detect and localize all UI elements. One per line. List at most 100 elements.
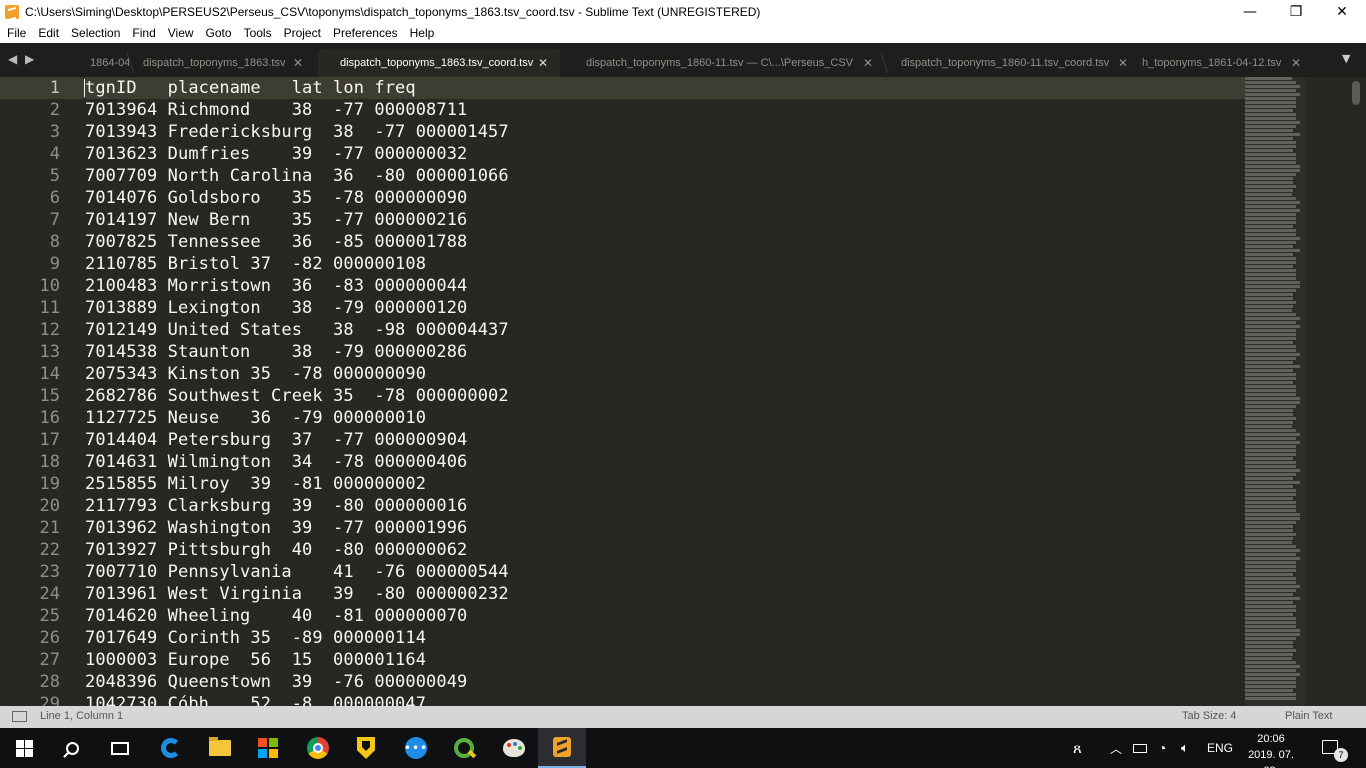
code-line[interactable]: 7007825 Tennessee 36 -85 000001788 <box>85 231 509 253</box>
volume-icon[interactable]: 🔈︎ <box>1181 728 1189 768</box>
tab-1864-04[interactable]: 1864-04 <box>84 49 129 77</box>
taskbar-paint[interactable] <box>490 728 538 768</box>
code-line[interactable]: 7014620 Wheeling 40 -81 000000070 <box>85 605 509 627</box>
menu-selection[interactable]: Selection <box>65 23 126 43</box>
code-line[interactable]: 7013964 Richmond 38 -77 000008711 <box>85 99 509 121</box>
tab-close-icon[interactable]: ✕ <box>1291 49 1301 77</box>
maximize-button[interactable]: ❐ <box>1273 0 1319 23</box>
code-line[interactable]: 2100483 Morristown 36 -83 000000044 <box>85 275 509 297</box>
minimap-line <box>1245 149 1293 152</box>
battery-icon[interactable] <box>1133 744 1147 753</box>
edge-icon <box>161 738 181 758</box>
syntax-indicator[interactable]: Plain Text <box>1285 710 1333 722</box>
code-line[interactable]: 7017649 Corinth 35 -89 000000114 <box>85 627 509 649</box>
minimap[interactable] <box>1245 77 1305 706</box>
tab-close-icon[interactable]: ✕ <box>863 49 873 77</box>
code-line[interactable]: 7007709 North Carolina 36 -80 000001066 <box>85 165 509 187</box>
minimap-line <box>1245 337 1296 340</box>
code-area[interactable]: tgnID placename lat lon freq 7013964 Rich… <box>85 77 509 706</box>
tab-label: dispatch_toponyms_1860-11.tsv_coord.tsv <box>901 57 1110 69</box>
menu-view[interactable]: View <box>162 23 200 43</box>
code-line[interactable]: 2682786 Southwest Creek 35 -78 000000002 <box>85 385 509 407</box>
code-line[interactable]: 7014197 New Bern 35 -77 000000216 <box>85 209 509 231</box>
code-line[interactable]: 7014404 Petersburg 37 -77 000000904 <box>85 429 509 451</box>
menu-tools[interactable]: Tools <box>238 23 278 43</box>
code-line[interactable]: 7013962 Washington 39 -77 000001996 <box>85 517 509 539</box>
tab-close-icon[interactable]: ✕ <box>293 49 303 77</box>
show-hidden-icons-chevron-icon[interactable]: ︿ <box>1110 728 1122 768</box>
code-line[interactable]: 1127725 Neuse 36 -79 000000010 <box>85 407 509 429</box>
code-line[interactable]: 2110785 Bristol 37 -82 000000108 <box>85 253 509 275</box>
code-line[interactable]: 7013943 Fredericksburg 38 -77 000001457 <box>85 121 509 143</box>
code-line[interactable]: 1000003 Europe 56 15 000001164 <box>85 649 509 671</box>
tab-navigation-arrows[interactable]: ◀ ▶ <box>8 52 36 66</box>
minimap-line <box>1245 481 1300 484</box>
minimap-line <box>1245 389 1296 392</box>
tab-dispatch-toponyms-1863[interactable]: dispatch_toponyms_1863.tsv ✕ <box>135 49 315 77</box>
sublime-text-icon <box>5 4 19 19</box>
minimap-line <box>1245 241 1296 244</box>
tab-close-icon[interactable]: ✕ <box>538 49 548 77</box>
windows-taskbar: ••• ጸ ︿ ◔ 🔈︎ ENG 20:06 2019. 07. 03. 7 <box>0 728 1366 768</box>
tab-overflow-icon[interactable]: ▼ <box>1342 52 1350 65</box>
panel-toggle-icon[interactable] <box>12 711 27 722</box>
tab-dispatch-toponyms-1860-11-coord[interactable]: dispatch_toponyms_1860-11.tsv_coord.tsv … <box>890 49 1132 77</box>
tab-toponyms-1861-04-12[interactable]: h_toponyms_1861-04-12.tsv ✕ <box>1136 49 1316 77</box>
code-line[interactable]: 2048396 Queenstown 39 -76 000000049 <box>85 671 509 693</box>
taskbar-sublime-text[interactable] <box>538 728 586 768</box>
code-line[interactable]: 2117793 Clarksburg 39 -80 000000016 <box>85 495 509 517</box>
system-clock[interactable]: 20:06 2019. 07. 03. <box>1240 731 1302 768</box>
minimap-line <box>1245 605 1296 608</box>
code-line[interactable]: 7014538 Staunton 38 -79 000000286 <box>85 341 509 363</box>
wifi-icon[interactable]: ◔ <box>1158 728 1166 768</box>
taskbar-chrome[interactable] <box>294 728 342 768</box>
tab-dispatch-toponyms-1860-11[interactable]: dispatch_toponyms_1860-11.tsv — C\...\Pe… <box>576 49 876 77</box>
menu-edit[interactable]: Edit <box>32 23 65 43</box>
taskbar-file-explorer[interactable] <box>196 728 244 768</box>
minimap-line <box>1245 581 1296 584</box>
tab-close-icon[interactable]: ✕ <box>1118 49 1128 77</box>
search-button[interactable] <box>48 728 96 768</box>
taskbar-chat-app[interactable]: ••• <box>392 728 440 768</box>
code-line[interactable]: 7014076 Goldsboro 35 -78 000000090 <box>85 187 509 209</box>
tab-dispatch-toponyms-1863-coord[interactable]: dispatch_toponyms_1863.tsv_coord.tsv ✕ <box>318 49 560 77</box>
code-line[interactable]: 7013889 Lexington 38 -79 000000120 <box>85 297 509 319</box>
taskbar-qgis[interactable] <box>440 728 488 768</box>
menu-preferences[interactable]: Preferences <box>327 23 404 43</box>
menu-help[interactable]: Help <box>404 23 441 43</box>
minimap-line <box>1245 693 1296 696</box>
minimize-button[interactable]: — <box>1227 0 1273 23</box>
input-language[interactable]: ENG <box>1207 728 1233 768</box>
minimap-line <box>1245 253 1293 256</box>
code-line[interactable]: 7014631 Wilmington 34 -78 000000406 <box>85 451 509 473</box>
people-icon[interactable]: ጸ <box>1073 728 1082 768</box>
menu-goto[interactable]: Goto <box>200 23 238 43</box>
minimap-line <box>1245 533 1296 536</box>
minimap-line <box>1245 681 1296 684</box>
taskbar-edge[interactable] <box>147 728 195 768</box>
tab-size-indicator[interactable]: Tab Size: 4 <box>1182 710 1236 722</box>
code-line[interactable]: 2515855 Milroy 39 -81 000000002 <box>85 473 509 495</box>
taskbar-store[interactable] <box>244 728 292 768</box>
vertical-scrollbar[interactable] <box>1352 81 1360 105</box>
close-button[interactable]: ✕ <box>1319 0 1365 23</box>
code-line[interactable]: 7007710 Pennsylvania 41 -76 000000544 <box>85 561 509 583</box>
menu-project[interactable]: Project <box>278 23 327 43</box>
code-line[interactable]: tgnID placename lat lon freq <box>85 77 509 99</box>
minimap-line <box>1245 669 1296 672</box>
code-line[interactable]: 7012149 United States 38 -98 000004437 <box>85 319 509 341</box>
start-button[interactable] <box>0 728 48 768</box>
code-line[interactable]: 7013623 Dumfries 39 -77 000000032 <box>85 143 509 165</box>
code-line[interactable]: 1042730 Cóbh 52 -8 000000047 <box>85 693 509 706</box>
taskbar-security-app[interactable] <box>342 728 390 768</box>
code-line[interactable]: 7013961 West Virginia 39 -80 000000232 <box>85 583 509 605</box>
menu-find[interactable]: Find <box>126 23 161 43</box>
task-view-button[interactable] <box>96 728 144 768</box>
code-line[interactable]: 7013927 Pittsburgh 40 -80 000000062 <box>85 539 509 561</box>
menu-file[interactable]: File <box>0 23 32 43</box>
minimap-line <box>1245 361 1293 364</box>
code-line[interactable]: 2075343 Kinston 35 -78 000000090 <box>85 363 509 385</box>
minimap-line <box>1245 305 1293 308</box>
minimap-line <box>1245 301 1296 304</box>
editor[interactable]: 1 2 3 4 5 6 7 8 9 10 11 12 13 14 15 16 17 18 19 20 21 22 23 24 2… <box>0 77 1366 706</box>
